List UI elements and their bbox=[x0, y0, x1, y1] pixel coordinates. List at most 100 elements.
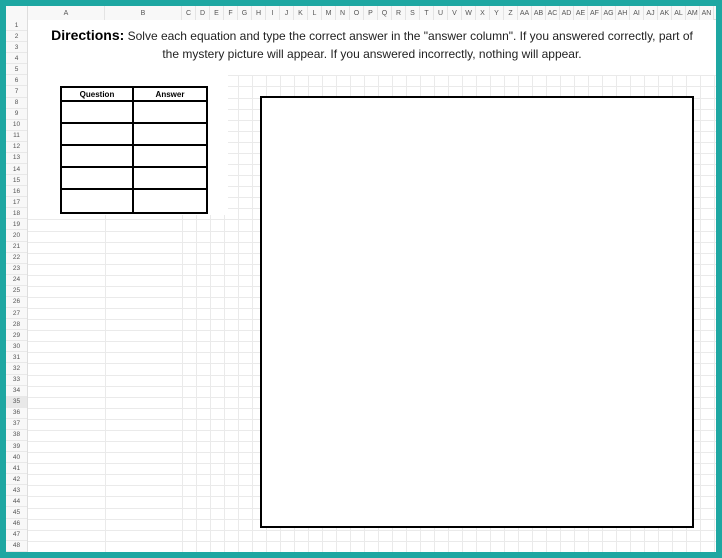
row-header[interactable]: 2 bbox=[6, 31, 27, 42]
row-header[interactable]: 16 bbox=[6, 186, 27, 197]
row-header[interactable]: 26 bbox=[6, 297, 27, 308]
column-header[interactable]: AB bbox=[532, 6, 546, 20]
answer-cell[interactable] bbox=[134, 168, 206, 190]
question-cell[interactable] bbox=[62, 124, 134, 146]
column-header[interactable]: AC bbox=[546, 6, 560, 20]
row-header[interactable]: 25 bbox=[6, 286, 27, 297]
row-header[interactable]: 21 bbox=[6, 242, 27, 253]
question-cell[interactable] bbox=[62, 146, 134, 168]
column-header[interactable]: W bbox=[462, 6, 476, 20]
column-header[interactable]: A bbox=[28, 6, 105, 20]
row-header[interactable]: 4 bbox=[6, 53, 27, 64]
column-header[interactable]: H bbox=[252, 6, 266, 20]
column-header[interactable]: F bbox=[224, 6, 238, 20]
row-header[interactable]: 24 bbox=[6, 275, 27, 286]
row-header[interactable]: 15 bbox=[6, 175, 27, 186]
column-header[interactable]: AD bbox=[560, 6, 574, 20]
column-header[interactable]: N bbox=[336, 6, 350, 20]
question-cell[interactable] bbox=[62, 102, 134, 124]
row-header[interactable]: 35 bbox=[6, 397, 27, 408]
column-header[interactable]: AN bbox=[700, 6, 714, 20]
column-header[interactable]: P bbox=[364, 6, 378, 20]
column-header[interactable]: D bbox=[196, 6, 210, 20]
row-header[interactable]: 8 bbox=[6, 98, 27, 109]
cells-area[interactable]: Directions: Solve each equation and type… bbox=[28, 20, 716, 552]
row-header[interactable]: 29 bbox=[6, 330, 27, 341]
column-header[interactable]: V bbox=[448, 6, 462, 20]
row-header[interactable]: 41 bbox=[6, 463, 27, 474]
column-header[interactable]: AK bbox=[658, 6, 672, 20]
row-header[interactable]: 22 bbox=[6, 253, 27, 264]
row-header[interactable]: 6 bbox=[6, 75, 27, 86]
column-header[interactable]: AA bbox=[518, 6, 532, 20]
row-header[interactable]: 40 bbox=[6, 452, 27, 463]
row-header[interactable]: 32 bbox=[6, 363, 27, 374]
column-header[interactable]: I bbox=[266, 6, 280, 20]
row-header[interactable]: 7 bbox=[6, 86, 27, 97]
column-header[interactable]: X bbox=[476, 6, 490, 20]
row-header[interactable]: 44 bbox=[6, 496, 27, 507]
row-header[interactable]: 23 bbox=[6, 264, 27, 275]
column-header[interactable]: AH bbox=[616, 6, 630, 20]
select-all-corner[interactable] bbox=[6, 6, 28, 20]
column-header[interactable]: C bbox=[182, 6, 196, 20]
question-cell[interactable] bbox=[62, 190, 134, 212]
row-header[interactable]: 17 bbox=[6, 197, 27, 208]
row-header[interactable]: 19 bbox=[6, 219, 27, 230]
column-header[interactable]: AF bbox=[588, 6, 602, 20]
row-header[interactable]: 45 bbox=[6, 507, 27, 518]
answer-cell[interactable] bbox=[134, 102, 206, 124]
row-header[interactable]: 46 bbox=[6, 519, 27, 530]
answer-cell[interactable] bbox=[134, 190, 206, 212]
answer-cell[interactable] bbox=[134, 124, 206, 146]
column-header[interactable]: M bbox=[322, 6, 336, 20]
row-header[interactable]: 5 bbox=[6, 64, 27, 75]
column-header[interactable]: AL bbox=[672, 6, 686, 20]
column-header[interactable]: S bbox=[406, 6, 420, 20]
row-header[interactable]: 33 bbox=[6, 375, 27, 386]
row-header[interactable]: 48 bbox=[6, 541, 27, 552]
column-header[interactable]: AE bbox=[574, 6, 588, 20]
column-header[interactable]: Z bbox=[504, 6, 518, 20]
column-header[interactable]: AG bbox=[602, 6, 616, 20]
row-header[interactable]: 37 bbox=[6, 419, 27, 430]
column-header[interactable]: L bbox=[308, 6, 322, 20]
row-header[interactable]: 28 bbox=[6, 319, 27, 330]
column-header[interactable]: G bbox=[238, 6, 252, 20]
column-header[interactable]: Q bbox=[378, 6, 392, 20]
row-header[interactable]: 36 bbox=[6, 408, 27, 419]
column-header[interactable]: AJ bbox=[644, 6, 658, 20]
column-header[interactable]: E bbox=[210, 6, 224, 20]
row-header[interactable]: 39 bbox=[6, 441, 27, 452]
row-header[interactable]: 12 bbox=[6, 142, 27, 153]
row-header[interactable]: 11 bbox=[6, 131, 27, 142]
row-header[interactable]: 27 bbox=[6, 308, 27, 319]
row-header[interactable]: 42 bbox=[6, 474, 27, 485]
row-header[interactable]: 30 bbox=[6, 341, 27, 352]
row-header[interactable]: 31 bbox=[6, 352, 27, 363]
column-header[interactable]: B bbox=[105, 6, 182, 20]
row-header[interactable]: 13 bbox=[6, 153, 27, 164]
column-header[interactable]: U bbox=[434, 6, 448, 20]
column-header[interactable]: R bbox=[392, 6, 406, 20]
row-header[interactable]: 47 bbox=[6, 530, 27, 541]
column-header[interactable]: AI bbox=[630, 6, 644, 20]
row-header[interactable]: 34 bbox=[6, 386, 27, 397]
column-header[interactable]: AM bbox=[686, 6, 700, 20]
column-header[interactable]: J bbox=[280, 6, 294, 20]
row-header[interactable]: 14 bbox=[6, 164, 27, 175]
row-header[interactable]: 1 bbox=[6, 20, 27, 31]
question-cell[interactable] bbox=[62, 168, 134, 190]
column-header[interactable]: O bbox=[350, 6, 364, 20]
row-header[interactable]: 20 bbox=[6, 230, 27, 241]
row-header[interactable]: 43 bbox=[6, 485, 27, 496]
row-header[interactable]: 9 bbox=[6, 109, 27, 120]
column-header[interactable]: K bbox=[294, 6, 308, 20]
row-header[interactable]: 18 bbox=[6, 208, 27, 219]
row-header[interactable]: 3 bbox=[6, 42, 27, 53]
row-header[interactable]: 10 bbox=[6, 120, 27, 131]
column-header[interactable]: T bbox=[420, 6, 434, 20]
column-header[interactable]: Y bbox=[490, 6, 504, 20]
answer-cell[interactable] bbox=[134, 146, 206, 168]
row-header[interactable]: 38 bbox=[6, 430, 27, 441]
